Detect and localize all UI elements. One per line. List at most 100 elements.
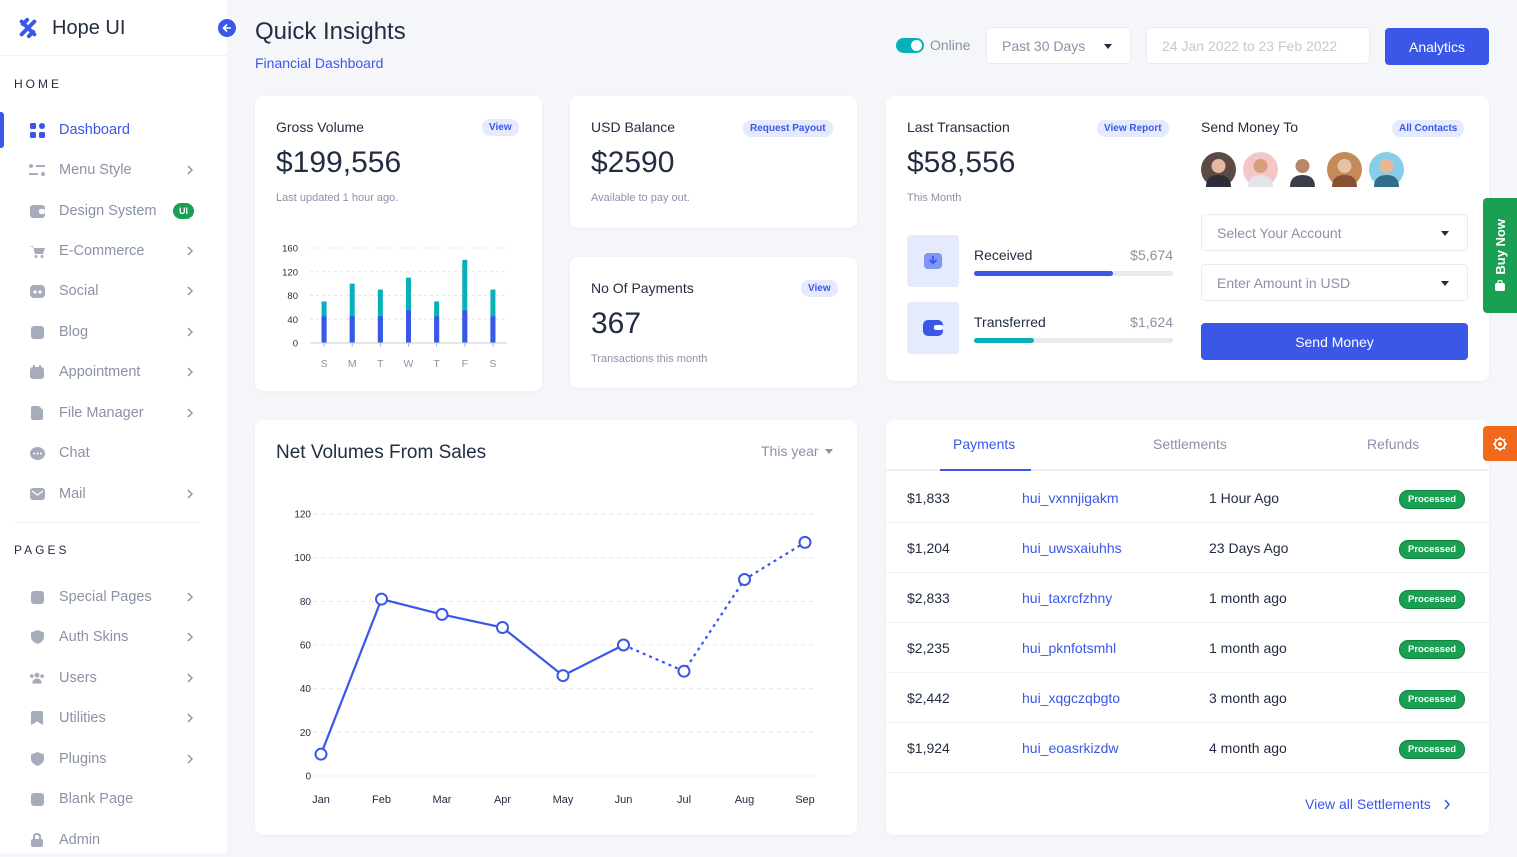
- cart-icon: [29, 243, 45, 259]
- contact-avatar[interactable]: [1201, 152, 1236, 187]
- series-line: [319, 597, 624, 755]
- x-tick-label: W: [404, 358, 414, 370]
- sidebar-item-label: Blog: [59, 324, 89, 340]
- toggle-knob: [911, 40, 922, 51]
- sidebar-item-users[interactable]: Users: [0, 661, 227, 695]
- view-report-button[interactable]: View Report: [1097, 120, 1169, 137]
- tx-time: 4 month ago: [1209, 740, 1287, 756]
- collapse-sidebar-button[interactable]: [216, 17, 238, 39]
- x-tick-label: M: [348, 358, 357, 370]
- sidebar-item-label: Dashboard: [59, 122, 130, 138]
- amount-input[interactable]: Enter Amount in USD: [1201, 264, 1468, 301]
- sidebar-item-dashboard[interactable]: Dashboard: [0, 113, 227, 147]
- payments-count-value: 367: [591, 307, 642, 340]
- bar: [321, 316, 327, 343]
- date-range-input[interactable]: 24 Jan 2022 to 23 Feb 2022: [1146, 27, 1370, 64]
- sidebar-item-plugins[interactable]: Plugins: [0, 742, 227, 776]
- net-volumes-period-select[interactable]: This year: [761, 443, 833, 459]
- contact-avatar[interactable]: [1285, 152, 1320, 187]
- transferred-icon-box: [907, 302, 959, 354]
- contact-avatar[interactable]: [1243, 152, 1278, 187]
- sidebar-item-label: Chat: [59, 445, 90, 461]
- chevron-right-icon: [187, 632, 193, 642]
- table-row[interactable]: $2,235 hui_pknfotsmhl 1 month ago Proces…: [886, 623, 1489, 673]
- bookmark-icon: [29, 710, 45, 726]
- tab-payments[interactable]: Payments: [953, 436, 1015, 452]
- contact-avatar[interactable]: [1327, 152, 1362, 187]
- mail-icon: [29, 486, 45, 502]
- sidebar-item-e-commerce[interactable]: E-Commerce: [0, 234, 227, 268]
- all-contacts-button[interactable]: All Contacts: [1392, 120, 1465, 137]
- tx-time: 1 month ago: [1209, 590, 1287, 606]
- caret-down-icon: [824, 448, 833, 454]
- sidebar-item-utilities[interactable]: Utilities: [0, 701, 227, 735]
- sidebar-item-auth-skins[interactable]: Auth Skins: [0, 620, 227, 654]
- design-system-icon: [29, 203, 45, 219]
- sidebar-item-label: Utilities: [59, 710, 106, 726]
- gross-volume-note: Last updated 1 hour ago.: [276, 192, 399, 204]
- sidebar-item-special-pages[interactable]: Special Pages: [0, 580, 227, 614]
- payments-view-button[interactable]: View: [801, 280, 838, 297]
- transferred-amount: $1,624: [1130, 314, 1173, 330]
- online-toggle[interactable]: [896, 38, 924, 53]
- sidebar-item-mail[interactable]: Mail: [0, 477, 227, 511]
- settings-button[interactable]: [1483, 426, 1517, 461]
- blog-icon: [29, 324, 45, 340]
- data-point: [314, 747, 328, 761]
- sidebar-item-social[interactable]: Social: [0, 274, 227, 308]
- tab-settlements[interactable]: Settlements: [1153, 436, 1227, 452]
- tx-amount: $1,924: [907, 740, 950, 756]
- sidebar-item-file-manager[interactable]: File Manager: [0, 396, 227, 430]
- tx-id-link[interactable]: hui_eoasrkizdw: [1022, 740, 1119, 756]
- wallet-icon: [923, 320, 943, 336]
- table-row[interactable]: $2,833 hui_taxrcfzhny 1 month ago Proces…: [886, 573, 1489, 623]
- series-line-forecast: [623, 541, 806, 673]
- sidebar-item-label: Blank Page: [59, 791, 134, 807]
- x-tick-label: Mar: [433, 794, 452, 806]
- send-money-button[interactable]: Send Money: [1201, 323, 1468, 360]
- received-label: Received: [974, 247, 1033, 263]
- y-tick-label: 80: [287, 291, 298, 302]
- status-badge: Processed: [1399, 740, 1466, 759]
- payments-count-card: No Of Payments View 367 Transactions thi…: [570, 257, 857, 388]
- tx-id-link[interactable]: hui_pknfotsmhl: [1022, 640, 1116, 656]
- sidebar-item-blank-page[interactable]: Blank Page: [0, 782, 227, 816]
- received-progress-track: [974, 271, 1173, 276]
- table-row[interactable]: $1,833 hui_vxnnjigakm 1 Hour Ago Process…: [886, 473, 1489, 523]
- y-tick-label: 80: [300, 597, 312, 608]
- sidebar: Hope UI HOME Dashboard Menu Style Design…: [0, 0, 227, 853]
- x-tick-label: Jan: [312, 794, 330, 806]
- sidebar-item-design-system[interactable]: Design System UI: [0, 194, 227, 228]
- sidebar-item-admin[interactable]: Admin: [0, 823, 227, 857]
- tx-id-link[interactable]: hui_vxnnjigakm: [1022, 490, 1119, 506]
- sidebar-item-appointment[interactable]: Appointment: [0, 355, 227, 389]
- sidebar-item-label: Special Pages: [59, 589, 152, 605]
- sidebar-item-label: Auth Skins: [59, 629, 129, 645]
- bar: [490, 316, 496, 343]
- tab-refunds[interactable]: Refunds: [1367, 436, 1419, 452]
- divider: [0, 55, 227, 56]
- period-select[interactable]: Past 30 Days: [986, 27, 1131, 64]
- tx-id-link[interactable]: hui_xqgczqbgto: [1022, 690, 1120, 706]
- gross-view-button[interactable]: View: [482, 119, 519, 136]
- analytics-button[interactable]: Analytics: [1385, 28, 1489, 65]
- menu-style-icon: [29, 162, 45, 178]
- table-row[interactable]: $1,924 hui_eoasrkizdw 4 month ago Proces…: [886, 723, 1489, 773]
- contact-avatar[interactable]: [1369, 152, 1404, 187]
- tx-id-link[interactable]: hui_taxrcfzhny: [1022, 590, 1112, 606]
- sidebar-item-label: Users: [59, 670, 97, 686]
- request-payout-button[interactable]: Request Payout: [743, 120, 833, 137]
- sidebar-item-chat[interactable]: Chat: [0, 436, 227, 470]
- brand[interactable]: Hope UI: [14, 14, 125, 42]
- table-row[interactable]: $1,204 hui_uwsxaiuhhs 23 Days Ago Proces…: [886, 523, 1489, 573]
- x-tick-label: Apr: [494, 794, 511, 806]
- view-all-settlements-link[interactable]: View all Settlements: [1305, 796, 1451, 812]
- account-select[interactable]: Select Your Account: [1201, 214, 1468, 251]
- table-row[interactable]: $2,442 hui_xqgczqbgto 3 month ago Proces…: [886, 673, 1489, 723]
- buy-now-button[interactable]: Buy Now: [1483, 198, 1517, 313]
- tx-id-link[interactable]: hui_uwsxaiuhhs: [1022, 540, 1122, 556]
- net-volumes-card: Net Volumes From Sales This year 0 20 40 60…: [255, 420, 857, 835]
- sidebar-item-blog[interactable]: Blog: [0, 315, 227, 349]
- sidebar-item-menu-style[interactable]: Menu Style: [0, 153, 227, 187]
- gear-icon: [1493, 436, 1507, 451]
